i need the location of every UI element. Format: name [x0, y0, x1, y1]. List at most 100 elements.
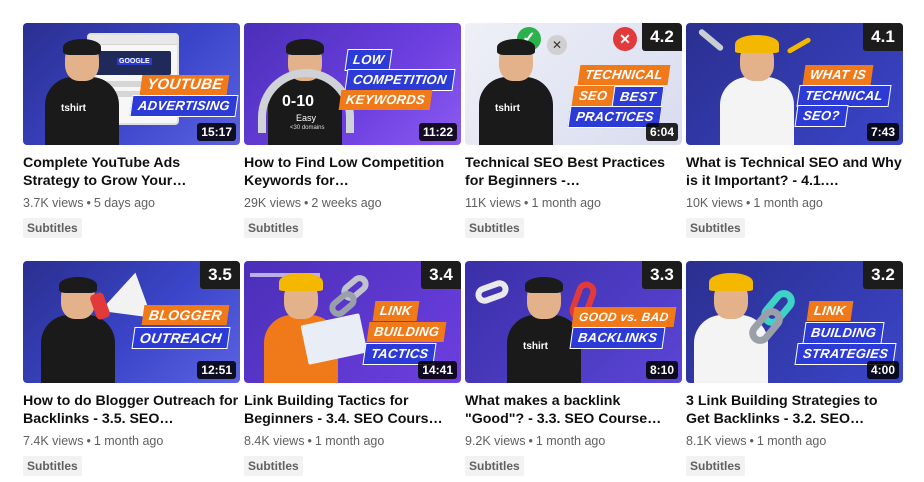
separator-dot: •: [749, 434, 754, 448]
hardhat-icon: [709, 273, 753, 291]
video-thumbnail[interactable]: 0-10 Easy <30 domains LOW COMPETITION KE…: [244, 23, 461, 145]
view-count: 8.4K views: [244, 434, 305, 448]
separator-dot: •: [86, 434, 91, 448]
separator-dot: •: [528, 434, 533, 448]
subtitles-badge: Subtitles: [244, 218, 303, 238]
view-count: 9.2K views: [465, 434, 526, 448]
view-count: 7.4K views: [23, 434, 84, 448]
hardhat-icon: [735, 35, 779, 53]
thumb-text: LINK: [806, 301, 853, 321]
video-thumbnail[interactable]: GOOGLE tshirt YOUTUBE ADVERTISING 15:17: [23, 23, 240, 145]
thumb-text: BUILDING: [366, 322, 447, 342]
thumb-text: LINK: [372, 301, 419, 321]
chain-link-icon: [472, 277, 512, 307]
chapter-number: 3.3: [642, 261, 682, 289]
video-title[interactable]: What makes a backlink "Good"? - 3.3. SEO…: [465, 392, 682, 428]
video-thumbnail[interactable]: BLOGGER OUTREACH 3.5 12:51: [23, 261, 240, 383]
subtitles-badge: Subtitles: [465, 456, 524, 476]
video-thumbnail[interactable]: tshirt GOOD vs. BAD BACKLINKS 3.3 8:10: [465, 261, 682, 383]
upload-age: 5 days ago: [93, 196, 156, 210]
thumb-text: GOOD vs. BAD: [571, 307, 677, 327]
duration-badge: 15:17: [197, 123, 236, 141]
chapter-number: 3.2: [863, 261, 903, 289]
video-card[interactable]: BLOGGER OUTREACH 3.5 12:51 How to do Blo…: [23, 261, 240, 476]
video-title[interactable]: Link Building Tactics for Beginners - 3.…: [244, 392, 461, 428]
view-count: 10K views: [686, 196, 743, 210]
upload-age: 1 month ago: [93, 434, 164, 448]
video-card[interactable]: tshirt GOOD vs. BAD BACKLINKS 3.3 8:10 W…: [465, 261, 682, 476]
duration-badge: 11:22: [418, 123, 457, 141]
hardhat-icon: [279, 273, 323, 291]
video-card[interactable]: ✓ ✕ ✕ tshirt TECHNICAL SEO BEST PRACTICE…: [465, 23, 682, 238]
subtitles-badge: Subtitles: [23, 456, 82, 476]
presenter-figure: tshirt: [479, 39, 553, 145]
shirt-logo: tshirt: [61, 103, 86, 114]
duration-badge: 14:41: [418, 361, 457, 379]
video-card[interactable]: 0-10 Easy <30 domains LOW COMPETITION KE…: [244, 23, 461, 238]
upload-age: 1 month ago: [756, 434, 827, 448]
presenter-figure: [720, 35, 794, 145]
video-meta: 9.2K views • 1 month ago: [465, 433, 682, 449]
video-row: GOOGLE tshirt YOUTUBE ADVERTISING 15:17 …: [23, 23, 903, 243]
separator-dot: •: [303, 196, 309, 210]
gauge-sublabel: <30 domains: [290, 125, 325, 131]
upload-age: 2 weeks ago: [311, 196, 382, 210]
upload-age: 1 month ago: [531, 196, 601, 210]
video-title[interactable]: How to Find Low Competition Keywords for…: [244, 154, 461, 190]
video-thumbnail[interactable]: WHAT IS TECHNICAL SEO? 4.1 7:43: [686, 23, 903, 145]
separator-dot: •: [524, 196, 529, 210]
video-card[interactable]: LINK BUILDING STRATEGIES 3.2 4:00 3 Link…: [686, 261, 903, 476]
chapter-number: 3.5: [200, 261, 240, 289]
subtitles-badge: Subtitles: [686, 456, 745, 476]
thumb-text: ADVERTISING: [129, 95, 239, 117]
thumb-text: BLOGGER: [141, 305, 230, 325]
video-card[interactable]: GOOGLE tshirt YOUTUBE ADVERTISING 15:17 …: [23, 23, 240, 238]
video-title[interactable]: 3 Link Building Strategies to Get Backli…: [686, 392, 903, 428]
video-title[interactable]: Technical SEO Best Practices for Beginne…: [465, 154, 682, 190]
thumb-text: COMPETITION: [344, 69, 456, 91]
presenter-figure: tshirt: [507, 277, 581, 383]
shirt-logo: tshirt: [523, 341, 548, 352]
thumb-text: LOW: [344, 49, 393, 71]
view-count: 3.7K views: [23, 196, 84, 210]
separator-dot: •: [307, 434, 312, 448]
thumb-text: BACKLINKS: [569, 327, 666, 349]
video-meta: 29K views • 2 weeks ago: [244, 195, 461, 211]
thumb-text: BEST: [611, 86, 665, 108]
thumb-text: YOUTUBE: [139, 75, 230, 95]
upload-age: 1 month ago: [753, 196, 823, 210]
presenter-figure: tshirt: [45, 39, 119, 145]
video-thumbnail[interactable]: LINK BUILDING TACTICS 3.4 14:41: [244, 261, 461, 383]
separator-dot: •: [745, 196, 751, 210]
duration-badge: 7:43: [866, 123, 899, 141]
video-row: BLOGGER OUTREACH 3.5 12:51 How to do Blo…: [23, 261, 903, 481]
chapter-number: 3.4: [421, 261, 461, 289]
video-thumbnail[interactable]: LINK BUILDING STRATEGIES 3.2 4:00: [686, 261, 903, 383]
video-thumbnail[interactable]: ✓ ✕ ✕ tshirt TECHNICAL SEO BEST PRACTICE…: [465, 23, 682, 145]
thumb-text: SEO?: [794, 105, 849, 127]
thumb-text: KEYWORDS: [338, 90, 433, 110]
gauge-label: Easy: [296, 113, 317, 123]
video-title[interactable]: How to do Blogger Outreach for Backlinks…: [23, 392, 240, 428]
video-meta: 11K views • 1 month ago: [465, 195, 682, 211]
thumb-text: TECHNICAL: [577, 65, 671, 85]
video-meta: 7.4K views • 1 month ago: [23, 433, 240, 449]
view-count: 11K views: [465, 196, 522, 210]
video-card[interactable]: LINK BUILDING TACTICS 3.4 14:41 Link Bui…: [244, 261, 461, 476]
chapter-number: 4.2: [642, 23, 682, 51]
thumb-text: OUTREACH: [131, 327, 231, 349]
subtitles-badge: Subtitles: [686, 218, 745, 238]
upload-age: 1 month ago: [535, 434, 606, 448]
subtitles-badge: Subtitles: [23, 218, 82, 238]
thumb-text: WHAT IS: [802, 65, 874, 85]
subtitles-badge: Subtitles: [244, 456, 303, 476]
shirt-logo: tshirt: [495, 103, 520, 114]
video-meta: 8.1K views • 1 month ago: [686, 433, 903, 449]
separator-dot: •: [86, 196, 91, 210]
chapter-number: 4.1: [863, 23, 903, 51]
video-title[interactable]: Complete YouTube Ads Strategy to Grow Yo…: [23, 154, 240, 190]
subtitles-badge: Subtitles: [465, 218, 524, 238]
video-card[interactable]: WHAT IS TECHNICAL SEO? 4.1 7:43 What is …: [686, 23, 903, 238]
video-meta: 3.7K views • 5 days ago: [23, 195, 240, 211]
video-title[interactable]: What is Technical SEO and Why is it Impo…: [686, 154, 903, 190]
